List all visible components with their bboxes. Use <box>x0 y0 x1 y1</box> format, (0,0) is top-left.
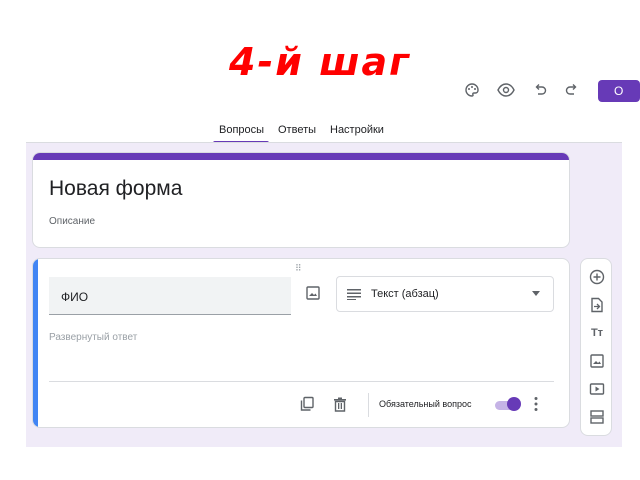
tab-bar: Вопросы Ответы Настройки <box>0 124 640 144</box>
page: 4-й шаг О Вопросы Ответы Настройки Новая… <box>0 0 640 480</box>
question-card[interactable]: ⠿ ФИО Текст (абзац) Развернутый ответ Об… <box>32 258 570 428</box>
side-toolbar: Тт <box>580 258 612 436</box>
footer-divider <box>368 393 369 417</box>
answer-underline <box>49 381 554 382</box>
import-questions-icon[interactable] <box>589 297 605 313</box>
add-section-icon[interactable] <box>589 409 605 425</box>
drag-handle-icon[interactable]: ⠿ <box>295 263 303 274</box>
add-image-icon[interactable] <box>589 353 605 369</box>
paragraph-icon <box>347 289 361 300</box>
redo-icon[interactable] <box>565 83 579 97</box>
active-card-indicator <box>33 259 38 427</box>
form-description[interactable]: Описание <box>49 216 95 227</box>
delete-icon[interactable] <box>333 397 347 412</box>
send-button[interactable]: О <box>598 80 640 102</box>
undo-icon[interactable] <box>533 83 547 97</box>
form-header-card[interactable]: Новая форма Описание <box>32 152 570 248</box>
tab-settings[interactable]: Настройки <box>330 124 384 136</box>
duplicate-icon[interactable] <box>299 396 315 412</box>
palette-icon[interactable] <box>464 82 480 98</box>
required-label: Обязательный вопрос <box>379 399 472 409</box>
question-type-dropdown[interactable]: Текст (абзац) <box>336 276 554 312</box>
add-title-icon[interactable]: Тт <box>589 325 605 341</box>
more-options-icon[interactable] <box>533 396 539 412</box>
add-video-icon[interactable] <box>589 381 605 397</box>
toggle-knob[interactable] <box>507 397 521 411</box>
header-color-band <box>33 153 569 160</box>
preview-eye-icon[interactable] <box>497 82 515 98</box>
add-image-icon[interactable] <box>305 285 321 301</box>
tab-questions[interactable]: Вопросы <box>219 124 264 136</box>
step-title: 4-й шаг <box>229 40 411 84</box>
dropdown-arrow-icon <box>532 291 540 296</box>
tab-responses[interactable]: Ответы <box>278 124 316 136</box>
add-question-icon[interactable] <box>589 269 605 285</box>
question-title-input[interactable]: ФИО <box>49 277 291 315</box>
answer-placeholder: Развернутый ответ <box>49 332 138 343</box>
question-type-label: Текст (абзац) <box>371 288 439 300</box>
form-title[interactable]: Новая форма <box>49 177 182 201</box>
